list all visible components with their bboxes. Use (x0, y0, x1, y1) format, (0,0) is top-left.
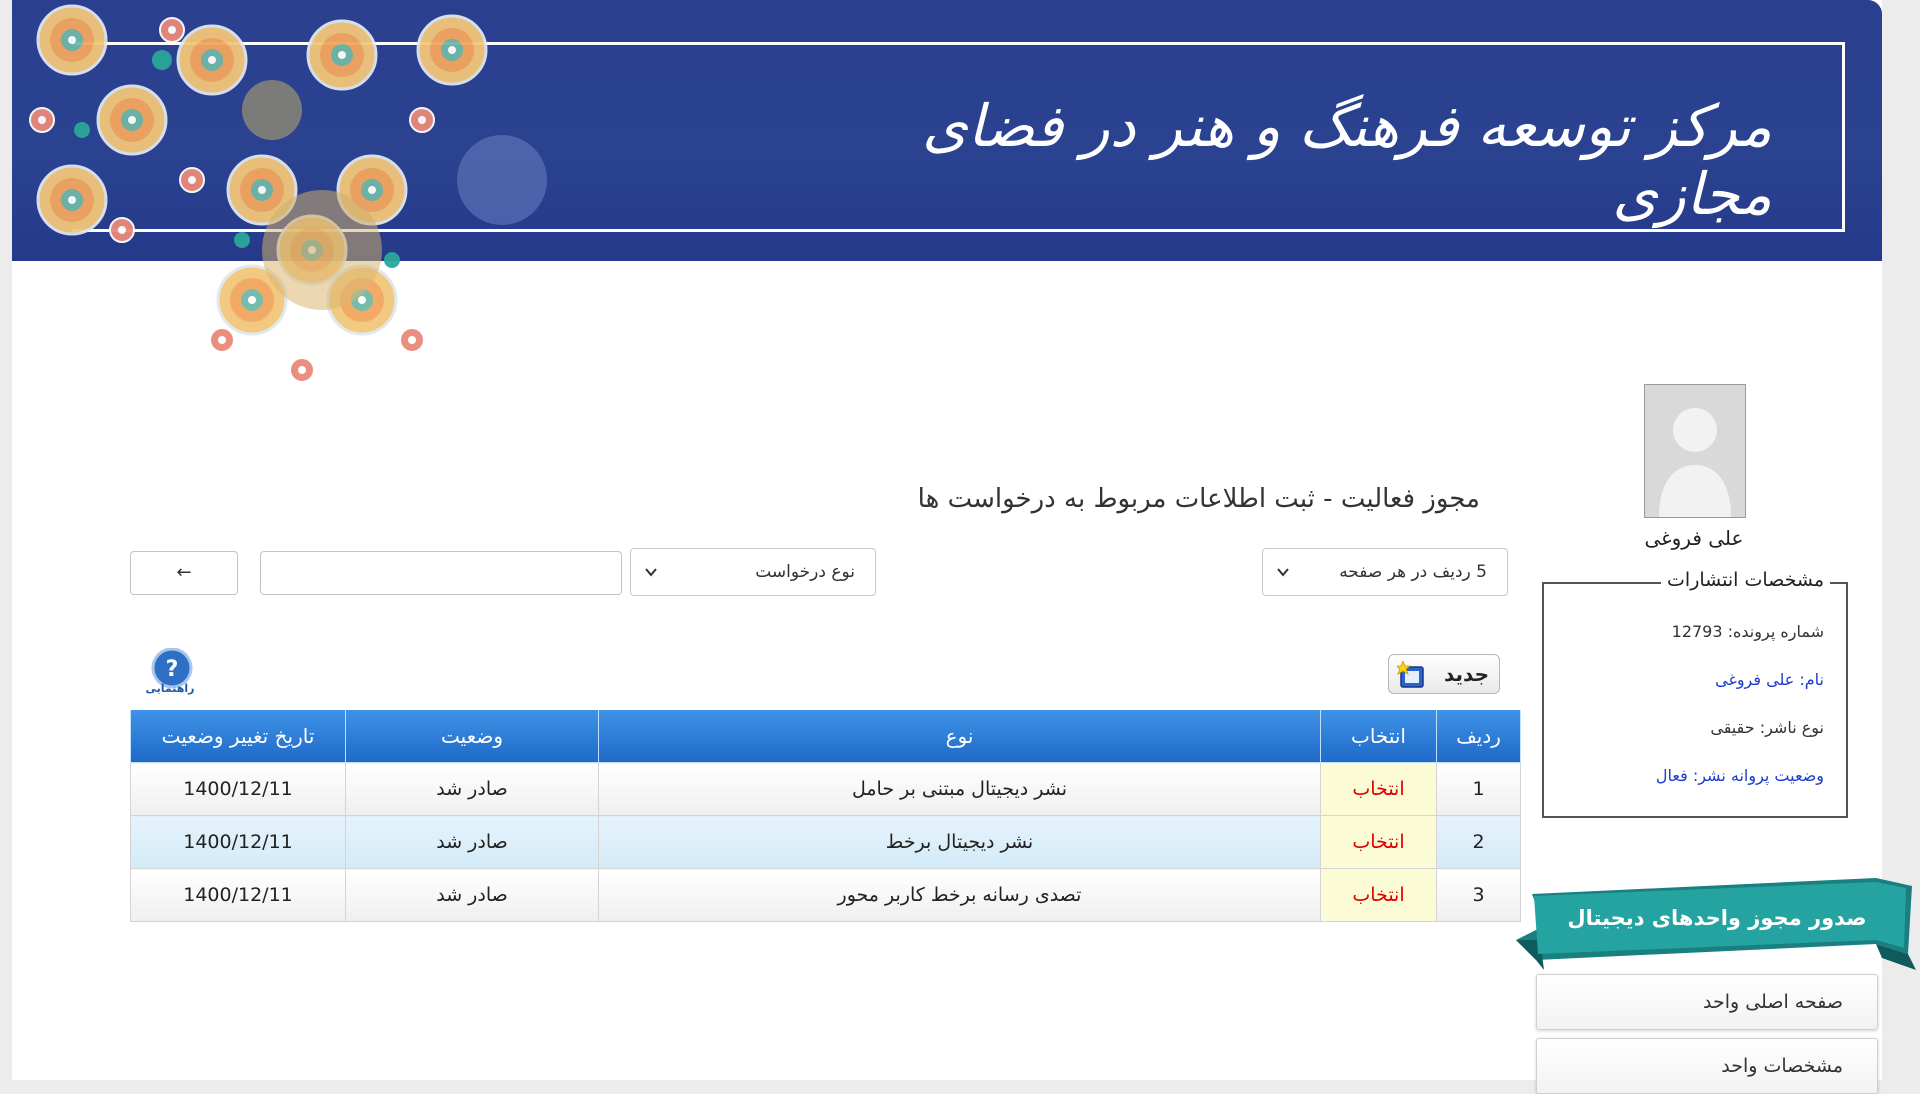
row-type: نشر دیجیتال مبتنی بر حامل (598, 762, 1321, 816)
select-link[interactable]: انتخاب (1320, 815, 1437, 869)
requests-table: ردیف انتخاب نوع وضعیت تاریخ تغییر وضعیت … (130, 710, 1521, 922)
file-number: شماره پرونده: 12793 (1671, 622, 1824, 641)
back-arrow-button[interactable]: ← (130, 551, 238, 595)
unit-home-button[interactable]: صفحه اصلی واحد (1536, 974, 1878, 1030)
row-date: 1400/12/11 (130, 815, 346, 869)
table-row: 3 انتخاب تصدی رسانه برخط کاربر محور صادر… (130, 868, 1521, 922)
table-row: 1 انتخاب نشر دیجیتال مبتنی بر حامل صادر … (130, 762, 1521, 816)
license-status: وضعیت پروانه نشر: فعال (1655, 766, 1824, 785)
table-header-row: ردیف انتخاب نوع وضعیت تاریخ تغییر وضعیت (130, 710, 1521, 763)
rows-per-page-select[interactable]: 5 ردیف در هر صفحه (1262, 548, 1508, 596)
ribbon-title: صدور مجوز واحدهای دیجیتال (1567, 906, 1867, 930)
publisher-type: نوع ناشر: حقیقی (1710, 718, 1824, 737)
help-mark: ? (166, 657, 179, 682)
publisher-name: نام: علی فروغی (1715, 670, 1824, 689)
row-index: 2 (1436, 815, 1521, 869)
new-document-icon (1397, 661, 1424, 688)
header-type[interactable]: نوع (598, 710, 1321, 763)
row-status: صادر شد (345, 868, 599, 922)
chevron-down-icon (1277, 568, 1289, 577)
header-select[interactable]: انتخاب (1320, 710, 1437, 763)
row-type: نشر دیجیتال برخط (598, 815, 1321, 869)
row-type: تصدی رسانه برخط کاربر محور (598, 868, 1321, 922)
row-index: 1 (1436, 762, 1521, 816)
unit-details-button[interactable]: مشخصات واحد (1536, 1038, 1878, 1094)
row-status: صادر شد (345, 815, 599, 869)
new-request-button[interactable]: جدید (1388, 654, 1500, 694)
row-index: 3 (1436, 868, 1521, 922)
select-link[interactable]: انتخاب (1320, 762, 1437, 816)
avatar (1644, 384, 1746, 518)
search-input[interactable] (260, 551, 622, 595)
user-name: علی فروغی (1644, 526, 1744, 550)
header-index[interactable]: ردیف (1436, 710, 1521, 763)
table-row: 2 انتخاب نشر دیجیتال برخط صادر شد 1400/1… (130, 815, 1521, 869)
help-label: راهنمایی (145, 682, 195, 695)
chevron-down-icon (645, 568, 657, 577)
ornament-icon (29, 4, 547, 383)
row-date: 1400/12/11 (130, 868, 346, 922)
rows-per-page-value: 5 ردیف در هر صفحه (1339, 562, 1487, 582)
select-link[interactable]: انتخاب (1320, 868, 1437, 922)
banner-title: مرکز توسعه فرهنگ و هنر در فضای مجازی (922, 92, 1772, 228)
row-status: صادر شد (345, 762, 599, 816)
publisher-info-box: مشخصات انتشارات شماره پرونده: 12793 نام:… (1542, 569, 1848, 818)
header-status[interactable]: وضعیت (345, 710, 599, 763)
header-date[interactable]: تاریخ تغییر وضعیت (130, 710, 346, 763)
page: مرکز توسعه فرهنگ و هنر در فضای مجازی علی… (12, 0, 1916, 1094)
new-button-label: جدید (1443, 662, 1489, 686)
page-title: مجوز فعالیت - ثبت اطلاعات مربوط به درخوا… (917, 484, 1480, 514)
request-type-value: نوع درخواست (755, 562, 855, 582)
request-type-select[interactable]: نوع درخواست (630, 548, 876, 596)
publisher-info-legend: مشخصات انتشارات (1661, 569, 1830, 591)
row-date: 1400/12/11 (130, 762, 346, 816)
